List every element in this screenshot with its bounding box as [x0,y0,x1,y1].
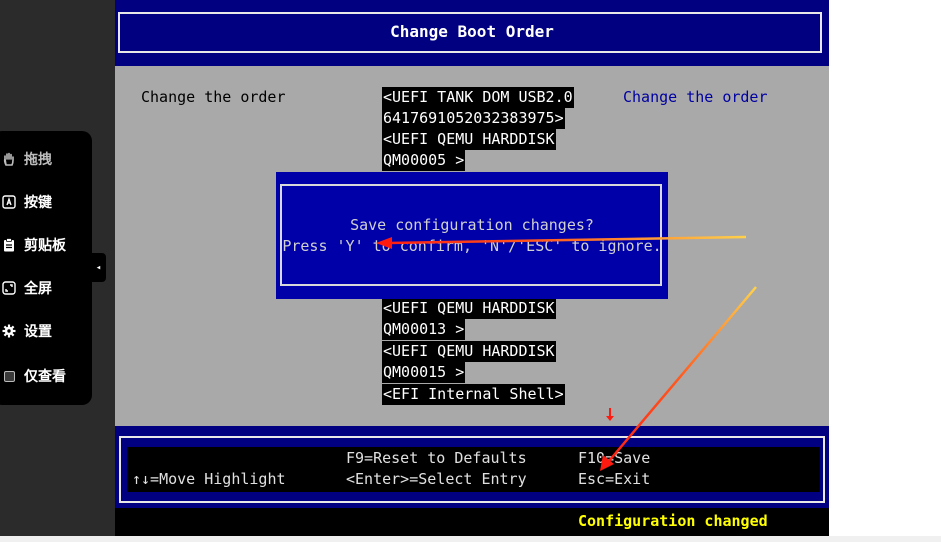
exit-key-hint: Esc=Exit [578,470,651,488]
collapse-toolbar-button[interactable]: ◂ [91,253,106,282]
checkbox-icon[interactable] [2,369,16,383]
fullscreen-button[interactable]: 全屏 [2,276,82,300]
hand-icon [2,152,16,166]
boot-option-2-line-1[interactable]: <UEFI QEMU HARDDISK [382,129,556,150]
keyboard-key-icon [2,195,16,209]
dialog-instructions: Press 'Y' to confirm, 'N'/'ESC' to ignor… [282,237,662,255]
settings-label: 设置 [24,324,52,340]
save-changes-dialog: Save configuration changes? Press 'Y' to… [276,172,668,299]
boot-option-3-line-1[interactable]: <UEFI QEMU HARDDISK [382,298,556,319]
boot-option-3-line-2[interactable]: QM00013 > [382,319,466,340]
keys-label: 按键 [24,195,52,211]
bios-screen: Change Boot Order Change the order Chang… [115,0,829,542]
boot-option-2-line-2[interactable]: QM00005 > [382,150,466,171]
clipboard-icon [2,238,16,252]
settings-button[interactable]: 设置 [2,319,82,343]
page-title: Change Boot Order [390,22,554,41]
bottom-margin [0,536,941,542]
boot-option-1-line-2[interactable]: 6417691052032383975> [382,108,565,129]
title-bar: Change Boot Order [115,0,829,66]
reset-defaults-hint: F9=Reset to Defaults [346,449,527,467]
footer-bar: ↑↓=Move Highlight F9=Reset to Defaults <… [115,426,829,508]
boot-option-4-line-2[interactable]: QM00015 > [382,362,466,383]
drag-button[interactable]: 拖拽 [2,147,82,171]
clipboard-button[interactable]: 剪贴板 [2,233,82,257]
drag-label: 拖拽 [24,152,52,168]
chevron-left-icon: ◂ [95,262,102,273]
remote-toolbar: 拖拽 按键 剪贴板 全屏 设置 仅查看 [0,131,92,405]
fullscreen-icon [2,281,16,295]
keys-button[interactable]: 按键 [2,190,82,214]
gear-icon [2,324,16,338]
clipboard-label: 剪贴板 [24,238,66,254]
setting-label: Change the order [141,88,286,106]
right-margin [829,0,941,542]
boot-option-4-line-1[interactable]: <UEFI QEMU HARDDISK [382,341,556,362]
status-message: Configuration changed [578,512,768,530]
fullscreen-label: 全屏 [24,281,52,297]
move-highlight-hint: ↑↓=Move Highlight [132,470,286,488]
view-only-toggle[interactable]: 仅查看 [2,364,82,388]
boot-option-5[interactable]: <EFI Internal Shell> [382,384,565,405]
view-only-label: 仅查看 [24,369,66,385]
select-entry-hint: <Enter>=Select Entry [346,470,527,488]
save-key-hint: F10=Save [578,449,651,467]
dialog-question: Save configuration changes? [350,216,594,234]
help-text: Change the order [623,88,768,106]
boot-option-1-line-1[interactable]: <UEFI TANK DOM USB2.0 [382,87,574,108]
